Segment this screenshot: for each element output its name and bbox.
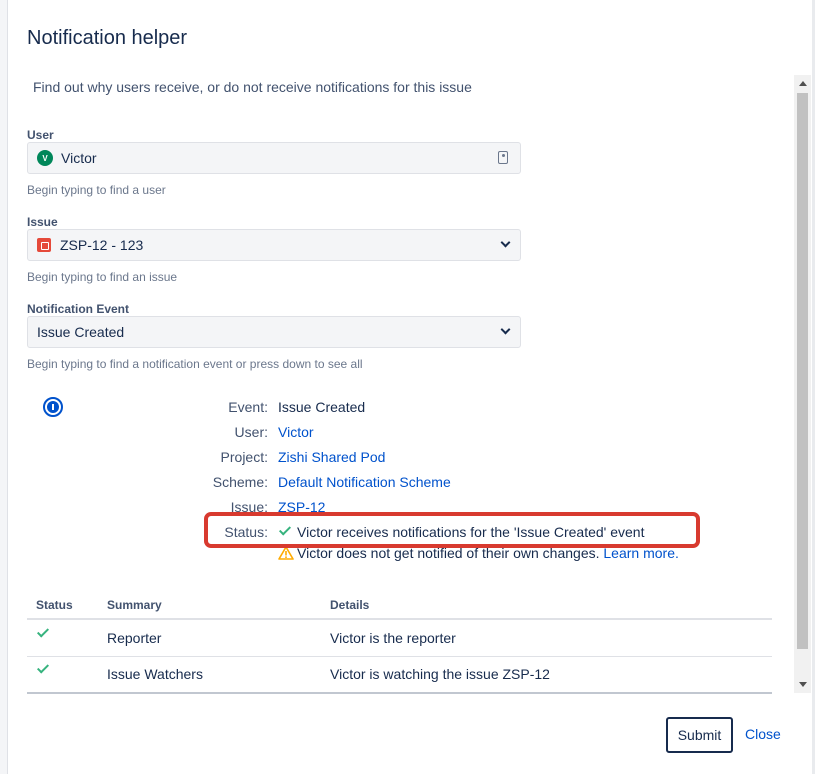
user-help: Begin typing to find a user: [27, 183, 166, 197]
user-picker-icon[interactable]: [498, 151, 508, 164]
table-header-details: Details: [330, 598, 370, 612]
dialog-title: Notification helper: [27, 27, 188, 49]
bug-icon: [37, 238, 51, 252]
check-icon: [36, 625, 50, 638]
notification-helper-dialog: Notification helper Find out why users r…: [8, 0, 812, 774]
event-select[interactable]: Issue Created: [27, 316, 521, 348]
table-header-status: Status: [36, 598, 73, 612]
detail-key: User:: [234, 424, 268, 440]
check-icon: [36, 661, 50, 674]
table-row: Issue Watchers Victor is watching the is…: [27, 656, 772, 692]
status-highlight-annotation: [204, 512, 700, 548]
row-summary: Issue Watchers: [107, 666, 203, 682]
detail-key: Event:: [228, 399, 268, 415]
project-link[interactable]: Zishi Shared Pod: [278, 449, 385, 465]
issue-help: Begin typing to find an issue: [27, 270, 178, 284]
scrollbar-thumb[interactable]: [797, 93, 808, 649]
detail-project: Project: Zishi Shared Pod: [128, 449, 728, 469]
event-help: Begin typing to find a notification even…: [27, 357, 363, 371]
issue-select[interactable]: ZSP-12 - 123: [27, 229, 521, 261]
user-picker-field[interactable]: V Victor: [27, 142, 521, 174]
row-summary: Reporter: [107, 630, 162, 646]
user-value: Victor: [61, 150, 97, 166]
detail-key: Project:: [220, 449, 268, 465]
intro-text: Find out why users receive, or do not re…: [33, 79, 472, 95]
detail-key: Scheme:: [212, 474, 268, 490]
content-scrollbar[interactable]: [794, 75, 811, 693]
user-label: User: [27, 128, 54, 142]
detail-user: User: Victor: [128, 424, 728, 444]
scheme-link[interactable]: Default Notification Scheme: [278, 474, 451, 490]
row-details: Victor is the reporter: [330, 630, 456, 646]
close-link[interactable]: Close: [745, 726, 781, 742]
event-value: Issue Created: [37, 324, 125, 340]
user-link[interactable]: Victor: [278, 424, 314, 440]
submit-button[interactable]: Submit: [666, 717, 733, 753]
info-icon: [43, 397, 63, 417]
scroll-up-icon[interactable]: [799, 81, 807, 86]
detail-scheme: Scheme: Default Notification Scheme: [128, 474, 728, 494]
avatar: V: [37, 150, 53, 166]
footer-divider: [27, 692, 772, 694]
detail-event: Event: Issue Created: [128, 399, 728, 419]
table-header-summary: Summary: [107, 598, 162, 612]
row-details: Victor is watching the issue ZSP-12: [330, 666, 550, 682]
detail-event-value: Issue Created: [278, 399, 366, 415]
table-row: Reporter Victor is the reporter: [27, 620, 772, 656]
dialog-content: Find out why users receive, or do not re…: [8, 75, 812, 693]
issue-value: ZSP-12 - 123: [60, 237, 144, 253]
warning-icon: [278, 546, 294, 560]
scroll-down-icon[interactable]: [799, 682, 807, 687]
page-backdrop: [0, 0, 8, 774]
event-label: Notification Event: [27, 302, 130, 316]
issue-label: Issue: [27, 215, 58, 229]
